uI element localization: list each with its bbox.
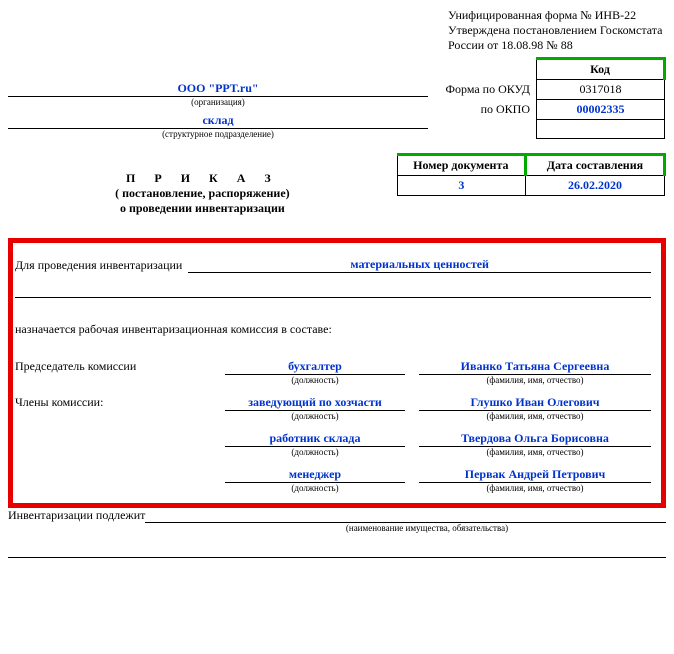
- docnum-table: Номер документа Дата составления 3 26.02…: [397, 153, 666, 196]
- member-name-3: Первак Андрей Петрович: [465, 467, 606, 481]
- footer-label: Инвентаризации подлежит: [8, 508, 145, 523]
- codes-header: Код: [537, 59, 665, 80]
- doc-title-sub2: о проведении инвентаризации: [8, 201, 397, 216]
- form-header-note: Унифицированная форма № ИНВ-22 Утвержден…: [448, 8, 666, 53]
- subdivision-hint: (структурное подразделение): [8, 129, 428, 139]
- docnum-value: 3: [397, 176, 525, 196]
- doc-title-sub1: ( постановление, распоряжение): [8, 186, 397, 201]
- doc-title-main: П Р И К А З: [8, 171, 397, 186]
- pos-hint-1: (должность): [225, 411, 405, 421]
- codes-table: Код Форма по ОКУД 0317018 по ОКПО 000023…: [438, 57, 666, 139]
- header-note-line3: России от 18.08.98 № 88: [448, 38, 666, 53]
- name-hint-2: (фамилия, имя, отчество): [419, 447, 651, 457]
- okpo-value: 00002335: [537, 100, 665, 120]
- pos-hint-2: (должность): [225, 447, 405, 457]
- org-name: ООО "PPT.ru": [177, 81, 258, 95]
- name-hint-1: (фамилия, имя, отчество): [419, 411, 651, 421]
- doc-title-block: П Р И К А З ( постановление, распоряжени…: [8, 153, 397, 216]
- org-name-hint: (организация): [8, 97, 428, 107]
- subdivision: склад: [202, 113, 233, 127]
- footer-hint: (наименование имущества, обязательства): [188, 523, 666, 533]
- pos-hint-3: (должность): [225, 483, 405, 493]
- header-note-line1: Унифицированная форма № ИНВ-22: [448, 8, 666, 23]
- docdate-value: 26.02.2020: [525, 176, 664, 196]
- docnum-header: Номер документа: [397, 155, 525, 176]
- member-position-2: работник склада: [269, 431, 360, 445]
- member-name-1: Глушко Иван Олегович: [470, 395, 599, 409]
- okpo-label: по ОКПО: [438, 100, 537, 120]
- pos-hint-0: (должность): [225, 375, 405, 385]
- chairman-label: Председатель комиссии: [15, 359, 225, 385]
- member-position-3: менеджер: [289, 467, 341, 481]
- intro-label: Для проведения инвентаризации: [15, 258, 182, 273]
- name-hint-3: (фамилия, имя, отчество): [419, 483, 651, 493]
- header-note-line2: Утверждена постановлением Госкомстата: [448, 23, 666, 38]
- commission-block: Для проведения инвентаризации материальн…: [8, 238, 666, 508]
- okud-value: 0317018: [537, 80, 665, 100]
- intro-value: материальных ценностей: [350, 257, 489, 271]
- okud-label: Форма по ОКУД: [438, 80, 537, 100]
- appoint-text: назначается рабочая инвентаризационная к…: [15, 322, 651, 337]
- chairman-position: бухгалтер: [288, 359, 342, 373]
- docdate-header: Дата составления: [525, 155, 664, 176]
- member-name-2: Твердова Ольга Борисовна: [461, 431, 609, 445]
- members-label: Члены комиссии:: [15, 395, 225, 421]
- name-hint-0: (фамилия, имя, отчество): [419, 375, 651, 385]
- chairman-name: Иванко Татьяна Сергеевна: [461, 359, 610, 373]
- member-position-1: заведующий по хозчасти: [248, 395, 382, 409]
